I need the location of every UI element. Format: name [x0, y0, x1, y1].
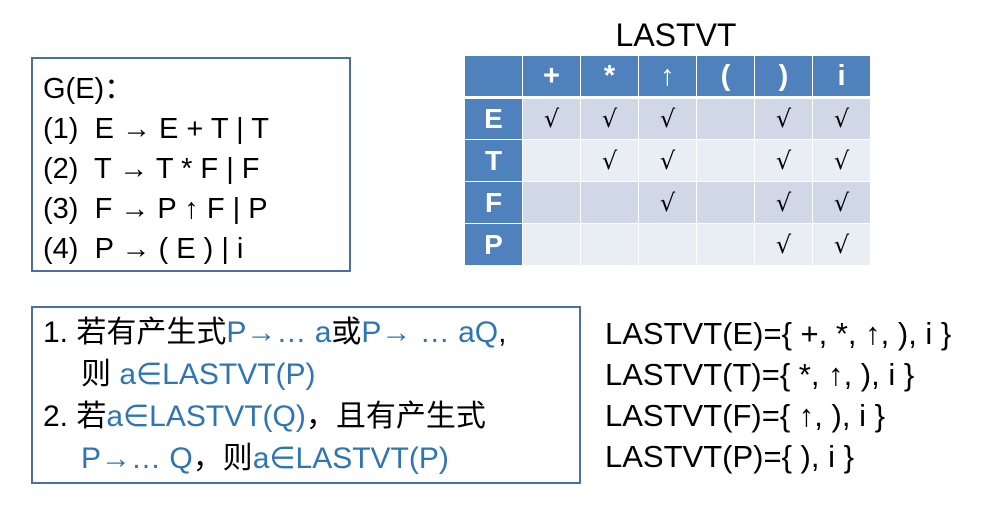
table-cell: [580, 223, 639, 266]
table-cell: [638, 223, 697, 266]
table-cell: √: [580, 97, 639, 140]
rule-1-production-a: P→… a: [226, 316, 332, 349]
rule-2-mid: ，且有产生式: [305, 400, 486, 433]
lastvt-table: + * ↑ ( ) i E √ √ √ √ √ T √ √ √ √ F √ √ …: [464, 55, 871, 266]
lastvt-result-f: LASTVT(F)={ ↑, ), i }: [605, 398, 885, 433]
grammar-box: G(E)： (1) E → E + T | T (2) T → T * F | …: [31, 57, 351, 272]
table-cell: [580, 181, 639, 224]
rule-2-production: P→… Q: [81, 442, 193, 475]
column-header: (: [696, 55, 755, 99]
table-row: P √ √: [464, 223, 871, 266]
table-cell: √: [638, 97, 697, 140]
column-header: ↑: [638, 55, 697, 99]
table-cell: [696, 223, 755, 266]
rule-number: (1): [43, 113, 79, 145]
column-header: +: [522, 55, 581, 99]
rule-1-result: a∈LASTVT(P): [119, 358, 316, 391]
rule-text: P → ( E ) | i: [94, 233, 244, 265]
table-cell: √: [522, 97, 581, 140]
table-cell: √: [812, 139, 871, 182]
table-corner-cell: [464, 55, 523, 99]
grammar-rule: (1) E → E + T | T: [43, 109, 349, 149]
table-cell: [696, 97, 755, 140]
rule-2-then: ，则: [192, 442, 253, 475]
rule-number: (3): [43, 193, 79, 225]
table-cell: √: [812, 97, 871, 140]
rule-1-production-b: P→ … aQ: [361, 316, 499, 349]
column-header: *: [580, 55, 639, 99]
rule-number: (4): [43, 233, 79, 265]
table-row: E √ √ √ √ √: [464, 97, 871, 140]
table-cell: [696, 181, 755, 224]
table-cell: [522, 181, 581, 224]
table-cell: √: [638, 181, 697, 224]
rule-1-line-1: 1. 若有产生式P→… a或P→ … aQ,: [43, 312, 579, 354]
rule-text: T → T * F | F: [94, 153, 260, 185]
table-cell: √: [754, 139, 813, 182]
table-header-row: + * ↑ ( ) i: [464, 55, 871, 99]
construction-rules-box: 1. 若有产生式P→… a或P→ … aQ, 则 a∈LASTVT(P) 2. …: [31, 306, 581, 484]
rule-1-then: 则: [81, 358, 120, 391]
table-cell: √: [754, 181, 813, 224]
rule-text: E → E + T | T: [94, 113, 269, 145]
rule-2-result: a∈LASTVT(P): [252, 442, 449, 475]
table-row: F √ √ √: [464, 181, 871, 224]
lastvt-result-e: LASTVT(E)={ +, *, ↑, ), i }: [605, 316, 952, 351]
rule-2-line-1: 2. 若a∈LASTVT(Q)，且有产生式: [43, 396, 579, 438]
table-cell: √: [754, 97, 813, 140]
table-cell: √: [812, 223, 871, 266]
table-cell: √: [754, 223, 813, 266]
row-header: T: [464, 139, 523, 182]
row-header: P: [464, 223, 523, 266]
table-title: LASTVT: [615, 17, 737, 53]
grammar-rule: (4) P → ( E ) | i: [43, 229, 349, 269]
rule-2-condition: a∈LASTVT(Q): [106, 400, 306, 433]
rule-1-comma: ,: [498, 316, 507, 349]
row-header: F: [464, 181, 523, 224]
grammar-title: G(E)：: [43, 73, 134, 105]
table-cell: √: [638, 139, 697, 182]
table-cell: [522, 139, 581, 182]
rule-2-line-2: P→… Q，则a∈LASTVT(P): [43, 438, 579, 480]
table-cell: √: [812, 181, 871, 224]
grammar-rule: (3) F → P ↑ F | P: [43, 189, 349, 229]
column-header: ): [754, 55, 813, 99]
column-header: i: [812, 55, 871, 99]
rule-2-prefix: 2. 若: [43, 400, 107, 433]
table-cell: [696, 139, 755, 182]
table-cell: √: [580, 139, 639, 182]
rule-text: F → P ↑ F | P: [94, 193, 268, 225]
lastvt-results: LASTVT(E)={ +, *, ↑, ), i } LASTVT(T)={ …: [605, 313, 951, 477]
rule-1-line-2: 则 a∈LASTVT(P): [43, 354, 579, 396]
table-row: T √ √ √ √: [464, 139, 871, 182]
rule-1-prefix: 1. 若有产生式: [43, 316, 227, 349]
table-cell: [522, 223, 581, 266]
rule-1-or: 或: [331, 316, 362, 349]
row-header: E: [464, 97, 523, 140]
grammar-rule: (2) T → T * F | F: [43, 149, 349, 189]
rule-number: (2): [43, 153, 79, 185]
lastvt-result-t: LASTVT(T)={ *, ↑, ), i }: [605, 357, 915, 392]
lastvt-result-p: LASTVT(P)={ ), i }: [605, 439, 854, 474]
